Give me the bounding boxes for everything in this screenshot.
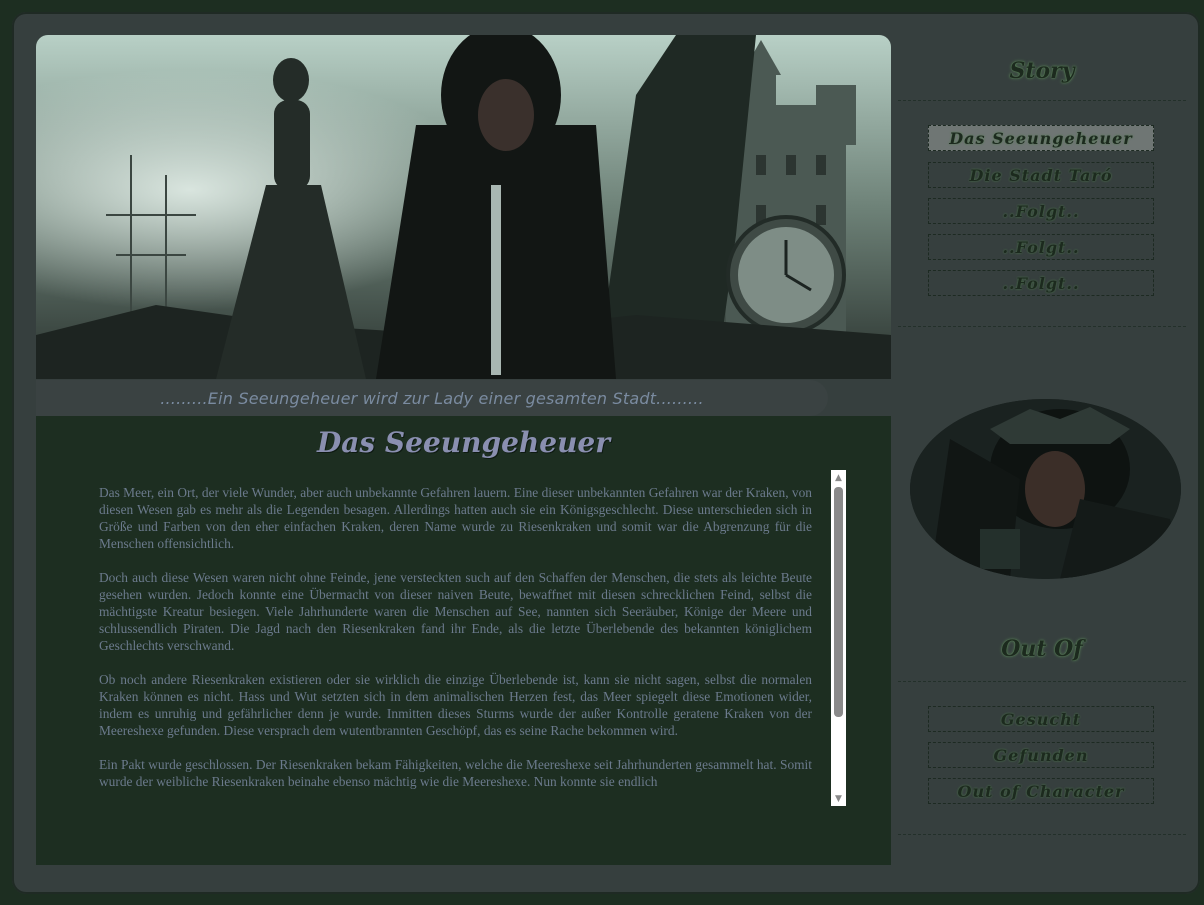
nav-folgt-3[interactable]: ..Folgt.. xyxy=(928,270,1154,296)
nav-gesucht[interactable]: Gesucht xyxy=(928,706,1154,732)
story-paragraph: Ob noch andere Riesenkraken existieren o… xyxy=(99,672,812,738)
nav-folgt-2[interactable]: ..Folgt.. xyxy=(928,234,1154,260)
divider xyxy=(898,100,1186,101)
nav-das-seeungeheuer[interactable]: Das Seeungeheuer xyxy=(928,125,1154,151)
nav-out-of-character[interactable]: Out of Character xyxy=(928,778,1154,804)
story-paragraph: Ein Pakt wurde geschlossen. Der Riesenkr… xyxy=(99,757,812,789)
header-banner-image xyxy=(36,35,891,379)
story-text-area[interactable]: Das Meer, ein Ort, der viele Wunder, abe… xyxy=(99,484,812,806)
nav-die-stadt-taro[interactable]: Die Stadt Taró xyxy=(928,162,1154,188)
content-panel: Das Seeungeheuer Das Meer, ein Ort, der … xyxy=(36,416,891,865)
nav-folgt-1[interactable]: ..Folgt.. xyxy=(928,198,1154,224)
story-title: Das Seeungeheuer xyxy=(317,426,610,459)
story-paragraph: Das Meer, ein Ort, der viele Wunder, abe… xyxy=(99,485,812,551)
divider xyxy=(898,681,1186,682)
nav-gefunden[interactable]: Gefunden xyxy=(928,742,1154,768)
scrollbar[interactable]: ▲ ▼ xyxy=(831,470,846,806)
portrait-image xyxy=(910,399,1181,579)
tagline-bar: .........Ein Seeungeheuer wird zur Lady … xyxy=(36,380,828,416)
out-of-heading: Out Of xyxy=(1001,636,1083,662)
scroll-up-icon[interactable]: ▲ xyxy=(831,470,846,485)
divider xyxy=(898,326,1186,327)
scroll-down-icon[interactable]: ▼ xyxy=(831,791,846,806)
divider xyxy=(898,834,1186,835)
story-heading: Story xyxy=(1009,58,1075,84)
scroll-thumb[interactable] xyxy=(834,487,843,717)
story-paragraph: Doch auch diese Wesen waren nicht ohne F… xyxy=(99,570,812,653)
tagline: .........Ein Seeungeheuer wird zur Lady … xyxy=(160,388,704,408)
